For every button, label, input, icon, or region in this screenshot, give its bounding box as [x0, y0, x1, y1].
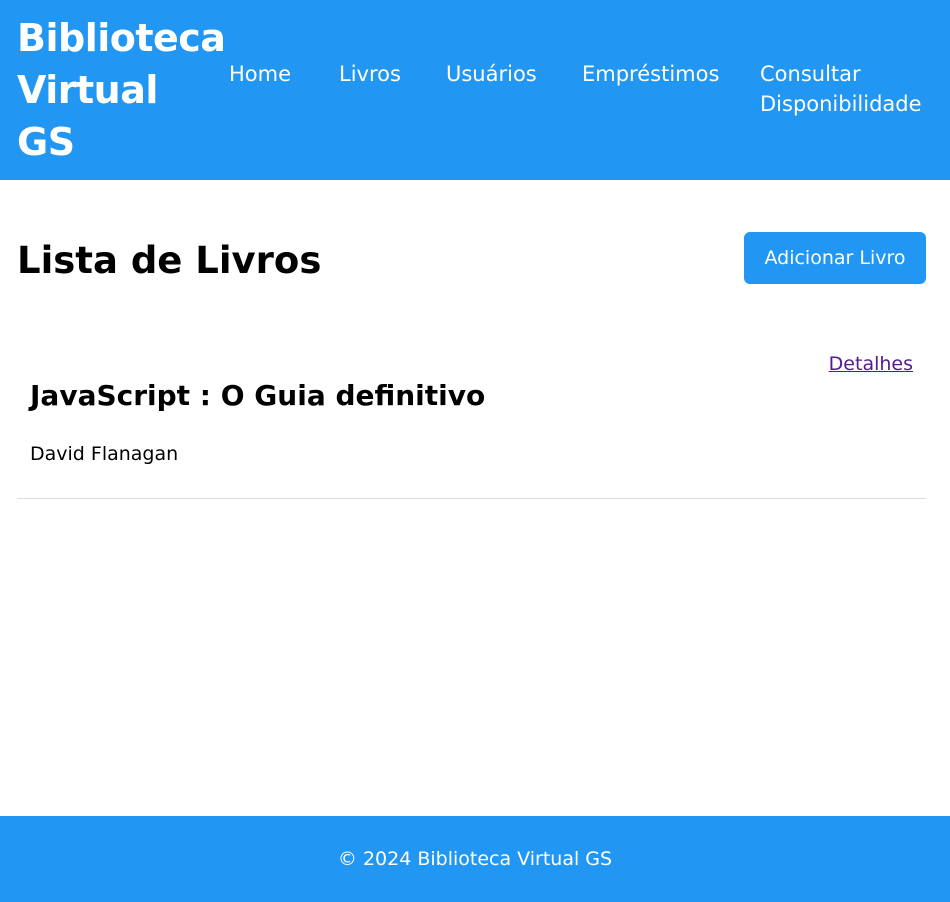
nav-link-consultar-disponibilidade[interactable]: Consultar Disponibilidade [760, 59, 940, 119]
nav-link-label: Disponibilidade [760, 92, 922, 116]
brand-line: Biblioteca [17, 16, 226, 60]
nav-link-home[interactable]: Home [229, 59, 291, 89]
brand-line: GS [17, 120, 75, 164]
book-details-link[interactable]: Detalhes [829, 350, 913, 378]
footer-copyright: © 2024 Biblioteca Virtual GS [337, 848, 613, 870]
add-book-button[interactable]: Adicionar Livro [744, 232, 926, 284]
book-list-item: Detalhes JavaScript : O Guia definitivo … [17, 340, 926, 499]
nav-link-usuarios[interactable]: Usuários [446, 59, 537, 89]
site-footer: © 2024 Biblioteca Virtual GS [0, 816, 950, 902]
nav-link-emprestimos[interactable]: Empréstimos [582, 59, 719, 89]
book-title: JavaScript : O Guia definitivo [30, 379, 486, 412]
page-title: Lista de Livros [17, 239, 322, 282]
nav-link-livros[interactable]: Livros [339, 59, 401, 89]
site-header: Biblioteca Virtual GS Home Livros Usuári… [0, 0, 950, 180]
brand-line: Virtual [17, 68, 158, 112]
book-author: David Flanagan [30, 443, 179, 465]
page: Biblioteca Virtual GS Home Livros Usuári… [0, 0, 950, 902]
nav-link-label: Consultar [760, 62, 861, 86]
site-brand[interactable]: Biblioteca Virtual GS [17, 12, 226, 168]
